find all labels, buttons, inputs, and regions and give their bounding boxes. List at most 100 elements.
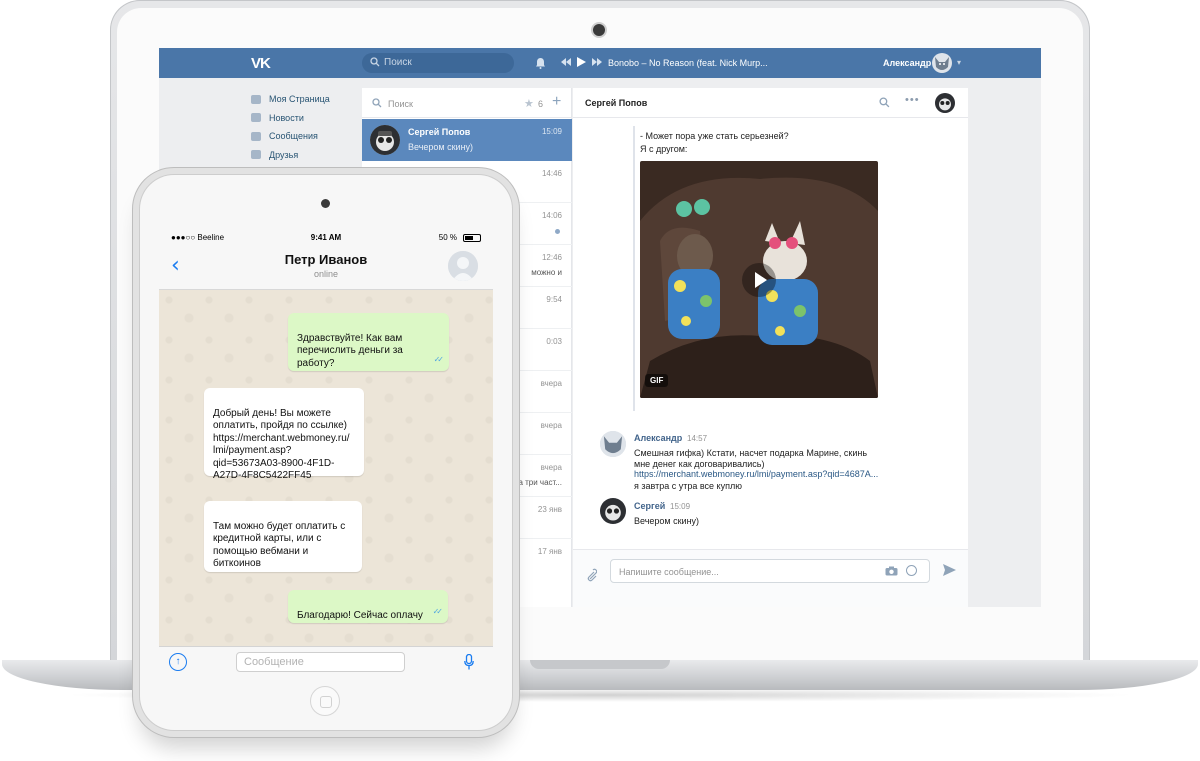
search-icon[interactable] <box>879 97 890 108</box>
sidebar-item-label: Моя Страница <box>269 94 330 105</box>
message-text: Здравствуйте! Как вам перечислить деньги… <box>297 332 403 369</box>
unread-indicator <box>555 229 560 234</box>
dialog-time: 9:54 <box>546 295 562 304</box>
chat-area: Здравствуйте! Как вам перечислить деньги… <box>159 290 493 646</box>
message-text: Благодарю! Сейчас оплачу <box>297 609 423 621</box>
search-icon <box>372 98 382 108</box>
play-icon[interactable] <box>577 57 586 67</box>
message-input[interactable]: Напишите сообщение... <box>610 559 930 583</box>
dialog-time: 23 янв <box>537 505 562 514</box>
ipad-screen: ●●●○○ Beeline 9:41 AM 50 % ‹ Петр Иванов… <box>159 230 493 676</box>
dialog-time: 12:46 <box>541 253 562 262</box>
dialog-last-message: Вечером скину) <box>408 142 474 152</box>
message-input-bar: ↑ Сообщение <box>159 646 493 676</box>
dialog-item-active[interactable]: Сергей Попов Вечером скину) 15:09 <box>362 119 572 161</box>
friends-icon <box>251 150 261 160</box>
status-bar: ●●●○○ Beeline 9:41 AM 50 % <box>159 230 493 246</box>
vk-user-name[interactable]: Александр <box>883 58 931 68</box>
dialog-time: 17 янв <box>537 547 562 556</box>
sidebar-item-news[interactable]: Новости <box>251 109 361 128</box>
message-text: Добрый день! Вы можете оплатить, пройдя … <box>213 407 350 482</box>
message-text: я завтра с утра все куплю <box>634 481 742 491</box>
message-author[interactable]: Сергей <box>634 501 665 511</box>
laptop-camera <box>593 24 605 36</box>
audio-player-controls <box>561 57 602 67</box>
dialog-time: вчера <box>540 379 562 388</box>
chat-avatar[interactable] <box>935 93 955 113</box>
sidebar-item-label: Новости <box>269 112 304 123</box>
messages-icon <box>251 131 261 141</box>
dialog-name: Сергей Попов <box>408 127 471 137</box>
message-author[interactable]: Александр <box>634 433 682 443</box>
dialog-search-input[interactable]: Поиск <box>388 99 413 109</box>
now-playing-track[interactable]: Bonobo – No Reason (feat. Nick Murp... <box>608 58 768 68</box>
chat-nav-bar: ‹ Петр Иванов online <box>159 246 493 290</box>
vk-search-placeholder: Поиск <box>384 57 412 68</box>
bell-icon[interactable] <box>535 57 546 69</box>
sidebar-item-label: Друзья <box>269 149 299 160</box>
avatar <box>370 125 400 155</box>
upload-icon[interactable]: ↑ <box>169 653 187 671</box>
more-options-icon[interactable]: ••• <box>905 94 920 106</box>
read-ticks-icon: ✓✓ <box>433 354 445 364</box>
send-icon[interactable] <box>943 564 956 576</box>
battery-percent: 50 % <box>438 233 457 242</box>
contact-status: online <box>313 269 339 279</box>
battery-icon <box>463 234 481 242</box>
dialog-preview: можно и <box>531 268 562 277</box>
news-icon <box>251 113 261 123</box>
dialog-time: 14:46 <box>541 169 562 178</box>
read-ticks-icon: ✓✓ <box>432 606 444 616</box>
payment-link[interactable]: https://merchant.webmoney.ru/lmi/payment… <box>634 469 878 479</box>
message-time: 15:09 <box>670 502 691 511</box>
gif-attachment[interactable]: GIF <box>640 161 878 398</box>
message-time: 14:57 <box>687 434 708 443</box>
ipad-camera <box>321 199 330 208</box>
sidebar-item-my-page[interactable]: Моя Страница <box>251 90 361 109</box>
star-icon[interactable]: ★ <box>524 97 534 110</box>
camera-icon[interactable] <box>885 566 898 576</box>
message-text: Там можно будет оплатить с кредитной кар… <box>213 520 346 570</box>
user-avatar[interactable] <box>932 53 952 73</box>
next-track-icon[interactable] <box>592 58 602 66</box>
sidebar-item-friends[interactable]: Друзья <box>251 146 361 165</box>
incoming-message: Там можно будет оплатить с кредитной кар… <box>204 501 362 572</box>
contact-avatar[interactable] <box>448 251 478 281</box>
dialog-time: вчера <box>540 463 562 472</box>
dialog-time: вчера <box>540 421 562 430</box>
attach-icon[interactable] <box>585 568 597 582</box>
outgoing-message: Здравствуйте! Как вам перечислить деньги… <box>288 313 449 371</box>
chevron-down-icon[interactable]: ▾ <box>957 58 961 67</box>
home-icon <box>251 94 261 104</box>
previous-track-icon[interactable] <box>561 58 571 66</box>
vk-search-input[interactable]: Поиск <box>362 53 514 73</box>
sidebar-item-messages[interactable]: Сообщения <box>251 127 361 146</box>
laptop-notch <box>530 660 670 669</box>
message-avatar[interactable] <box>600 431 626 457</box>
dialog-preview: на три част... <box>514 478 562 487</box>
outgoing-message: Благодарю! Сейчас оплачу ✓✓ <box>288 590 448 623</box>
search-icon <box>370 57 380 67</box>
message-input[interactable]: Сообщение <box>236 652 405 672</box>
dialog-time: 0:03 <box>546 337 562 346</box>
vk-logo[interactable]: VK <box>251 55 271 72</box>
favorites-count: 6 <box>538 99 544 109</box>
dialog-time: 14:06 <box>541 211 562 220</box>
play-icon[interactable] <box>742 263 776 297</box>
contact-name[interactable]: Петр Иванов <box>159 252 493 267</box>
ipad-device: ●●●○○ Beeline 9:41 AM 50 % ‹ Петр Иванов… <box>140 175 512 730</box>
chat-pane: Сергей Попов ••• - Может пора уже стать … <box>573 88 968 607</box>
vk-header: VK Поиск Bonobo – No Reason (feat. Nick … <box>159 48 1041 78</box>
forwarded-text: - Может пора уже стать серьезней? <box>640 131 789 141</box>
gif-badge: GIF <box>645 374 669 387</box>
message-text: Вечером скину) <box>634 516 700 526</box>
message-avatar[interactable] <box>600 498 626 524</box>
home-button[interactable] <box>310 686 340 716</box>
new-dialog-button[interactable]: + <box>552 93 561 111</box>
vk-sidebar: Моя Страница Новости Сообщения Друзья Гр… <box>251 90 361 183</box>
emoji-icon[interactable] <box>906 565 917 576</box>
incoming-message: Добрый день! Вы можете оплатить, пройдя … <box>204 388 364 481</box>
dialog-time: 15:09 <box>541 127 562 136</box>
microphone-icon[interactable] <box>464 654 474 670</box>
chat-title[interactable]: Сергей Попов <box>585 98 647 108</box>
